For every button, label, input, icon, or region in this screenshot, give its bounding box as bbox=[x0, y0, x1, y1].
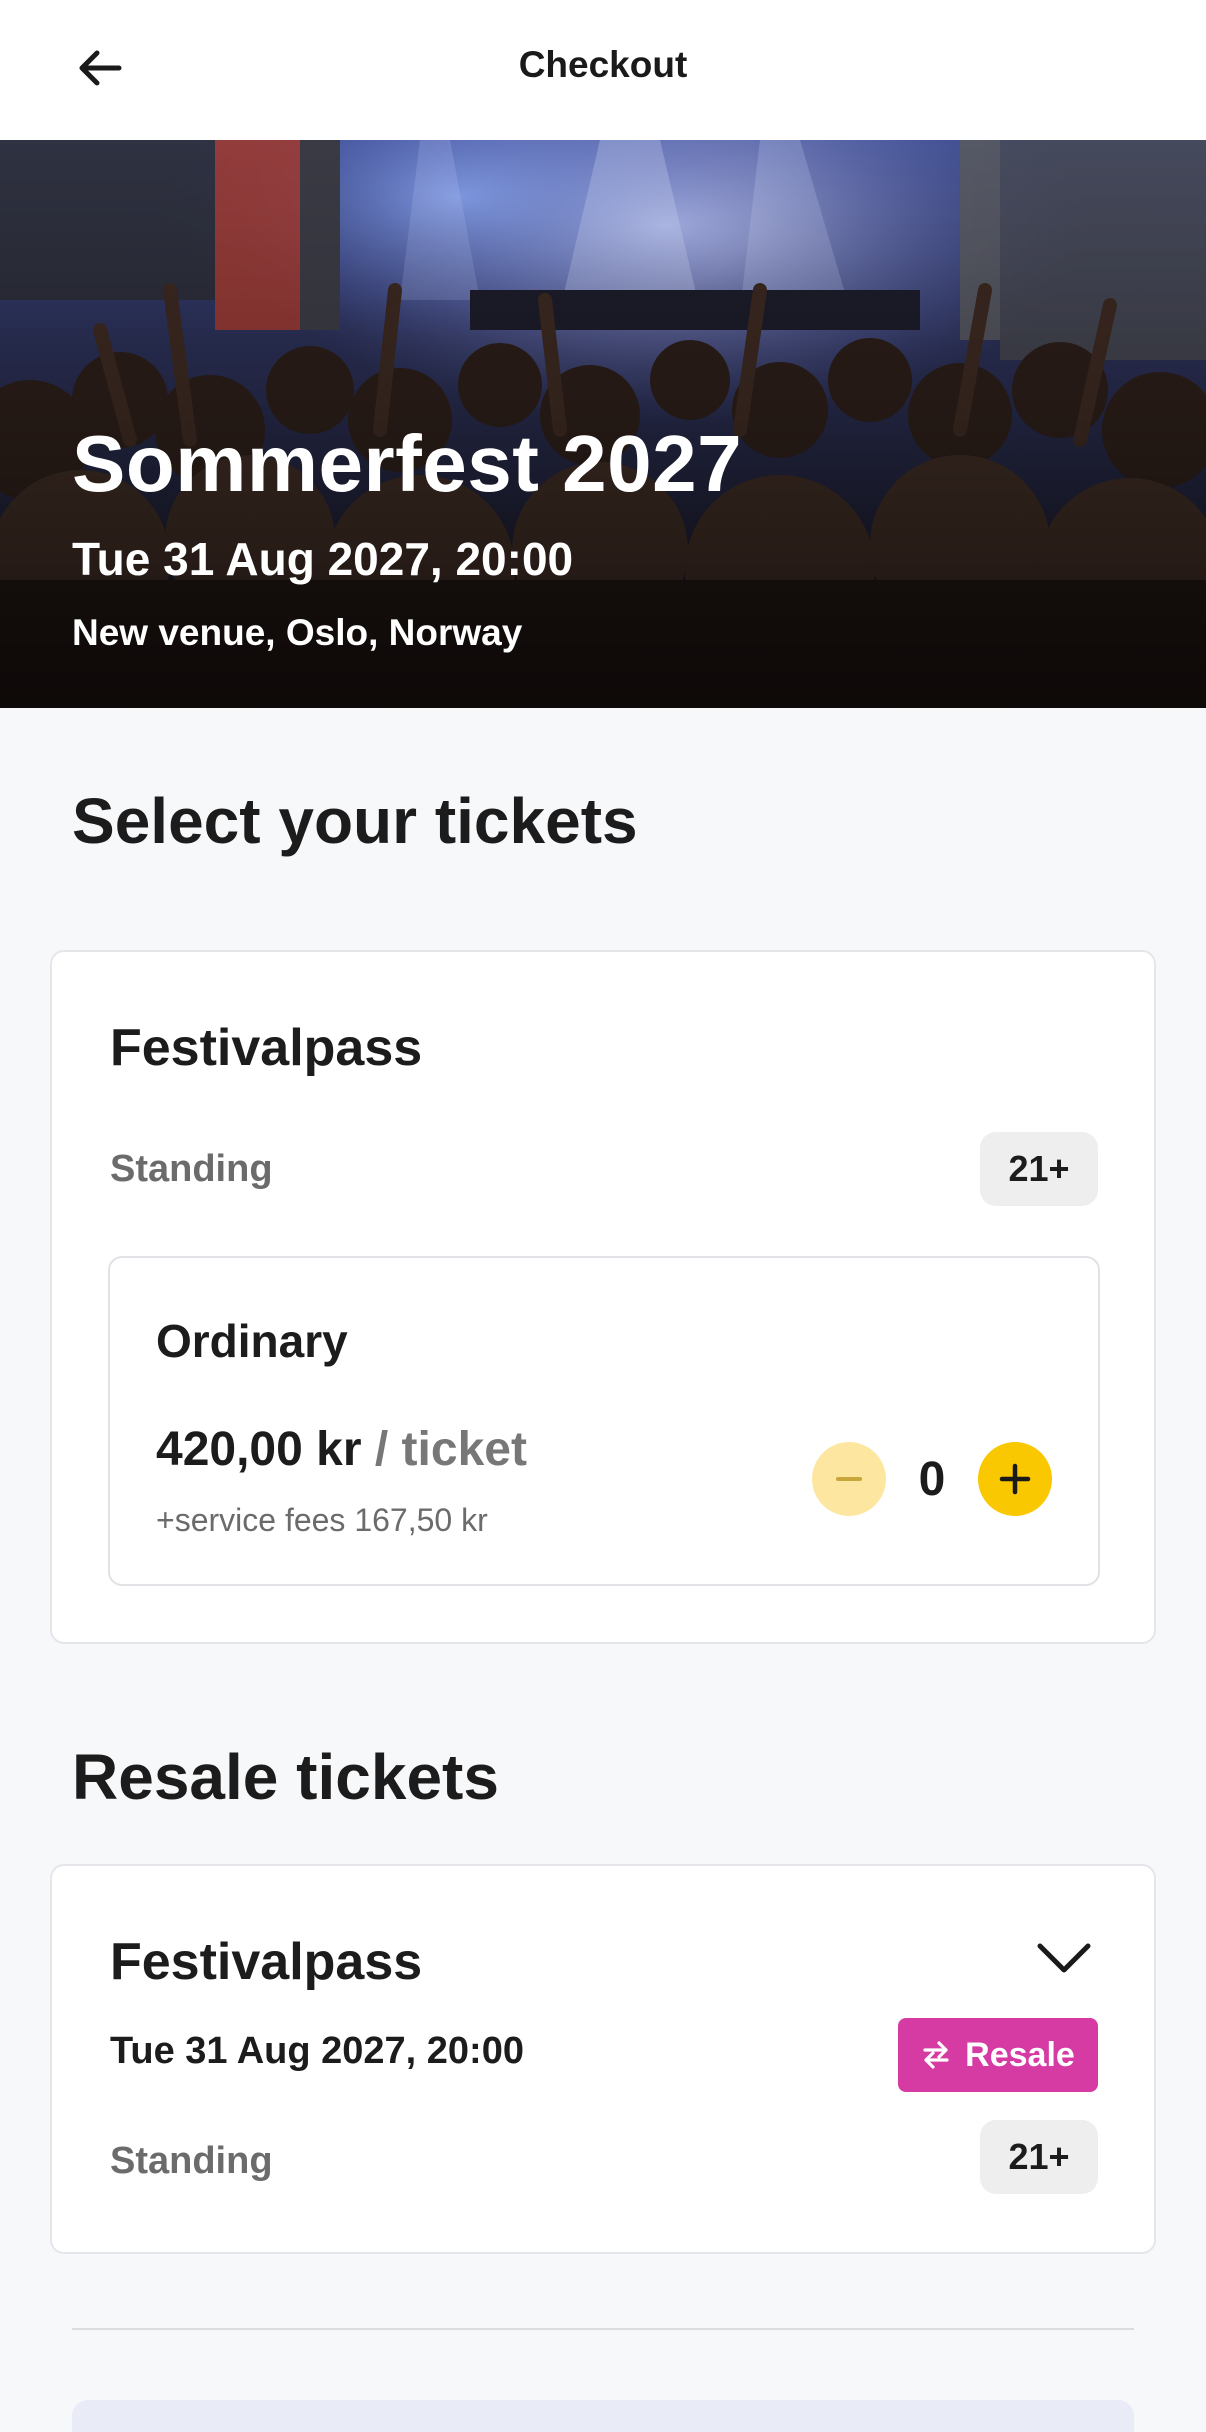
chevron-down-icon bbox=[1037, 1943, 1091, 1973]
ticket-category-card: Festivalpass Standing 21+ Ordinary 420,0… bbox=[50, 950, 1156, 1644]
ticket-price-row: 420,00 kr / ticket bbox=[156, 1422, 527, 1477]
ticket-quantity: 0 bbox=[918, 1452, 946, 1506]
increase-quantity-button[interactable] bbox=[978, 1442, 1052, 1516]
resale-ticket-card[interactable]: Festivalpass Tue 31 Aug 2027, 20:00 Resa… bbox=[50, 1864, 1156, 2254]
decrease-quantity-button[interactable] bbox=[812, 1442, 886, 1516]
service-fees: +service fees 167,50 kr bbox=[156, 1502, 488, 1538]
bottom-info-panel bbox=[72, 2400, 1134, 2432]
resale-badge: Resale bbox=[898, 2018, 1098, 2092]
resale-ticket-datetime: Tue 31 Aug 2027, 20:00 bbox=[110, 2030, 524, 2072]
ticket-option-name: Ordinary bbox=[156, 1315, 348, 1367]
plus-icon bbox=[999, 1463, 1031, 1495]
resale-tickets-heading: Resale tickets bbox=[72, 1741, 499, 1813]
section-divider bbox=[72, 2328, 1134, 2330]
expand-resale-button[interactable] bbox=[1034, 1936, 1094, 1980]
swap-arrows-icon bbox=[923, 2041, 949, 2069]
resale-ticket-title: Festivalpass bbox=[110, 1933, 423, 1991]
event-venue: New venue, Oslo, Norway bbox=[72, 612, 523, 653]
resale-badge-label: Resale bbox=[965, 2035, 1075, 2074]
price-unit: / ticket bbox=[374, 1423, 527, 1476]
minus-icon bbox=[836, 1477, 862, 1481]
event-title: Sommerfest 2027 bbox=[72, 419, 743, 508]
ticket-price: 420,00 kr bbox=[156, 1423, 362, 1476]
page-title: Checkout bbox=[518, 44, 688, 85]
event-hero-banner: Sommerfest 2027 Tue 31 Aug 2027, 20:00 N… bbox=[0, 140, 1206, 708]
ticket-type-label: Standing bbox=[110, 1148, 273, 1190]
resale-ticket-type-label: Standing bbox=[110, 2140, 273, 2182]
ticket-option-card: Ordinary 420,00 kr / ticket +service fee… bbox=[108, 1256, 1100, 1586]
resale-age-limit-badge: 21+ bbox=[980, 2120, 1098, 2194]
select-tickets-heading: Select your tickets bbox=[72, 785, 638, 857]
event-datetime: Tue 31 Aug 2027, 20:00 bbox=[72, 533, 574, 585]
age-limit-badge: 21+ bbox=[980, 1132, 1098, 1206]
ticket-category-title: Festivalpass bbox=[110, 1019, 423, 1077]
top-bar: Checkout bbox=[0, 0, 1206, 140]
